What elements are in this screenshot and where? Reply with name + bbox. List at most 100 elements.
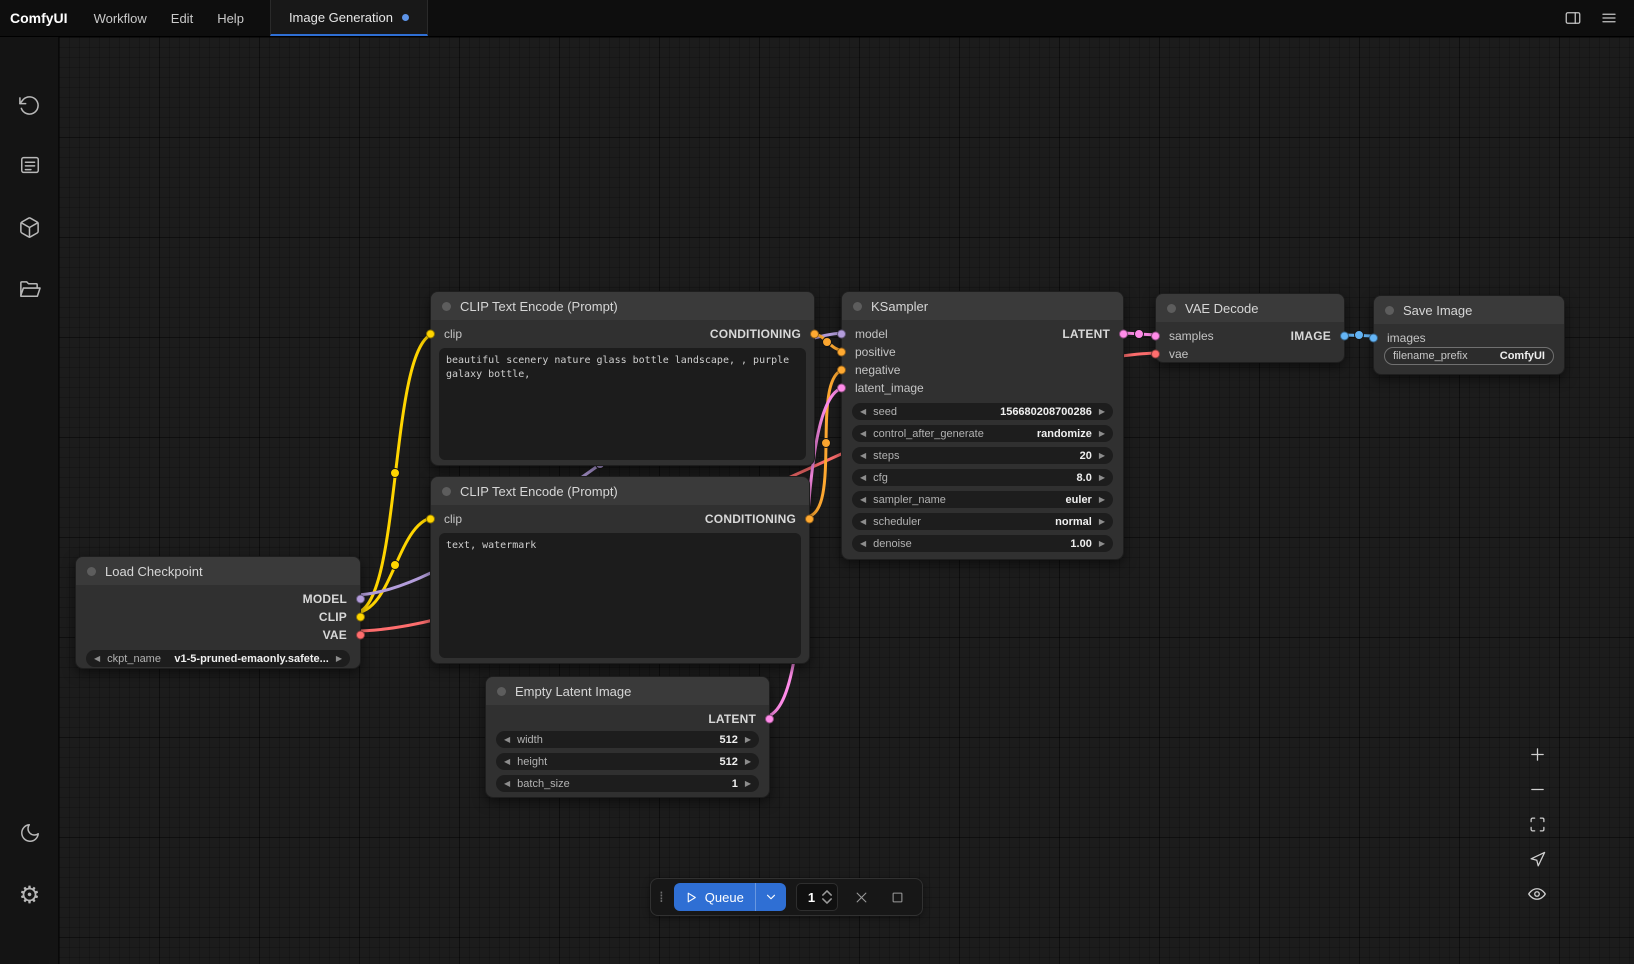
- node-empty-latent-image[interactable]: Empty Latent Image LATENT ◀ width 512 ▶ …: [485, 676, 770, 798]
- increment-arrow-icon[interactable]: ▶: [745, 758, 751, 766]
- stepper-down-icon[interactable]: [822, 898, 832, 904]
- increment-arrow-icon[interactable]: ▶: [336, 655, 342, 663]
- select-mode-button[interactable]: [1522, 847, 1552, 871]
- increment-arrow-icon[interactable]: ▶: [745, 736, 751, 744]
- input-port-negative[interactable]: [837, 366, 846, 375]
- decrement-arrow-icon[interactable]: ◀: [860, 518, 866, 526]
- increment-arrow-icon[interactable]: ▶: [1099, 496, 1105, 504]
- decrement-arrow-icon[interactable]: ◀: [504, 780, 510, 788]
- zoom-in-button[interactable]: [1522, 742, 1552, 766]
- link-midpoint-dot[interactable]: [391, 469, 400, 478]
- output-port-model[interactable]: [356, 595, 365, 604]
- collapse-dot[interactable]: [442, 487, 451, 496]
- output-port-latent[interactable]: [765, 715, 774, 724]
- input-port-model[interactable]: [837, 330, 846, 339]
- node-clip-text-encode-negative[interactable]: CLIP Text Encode (Prompt) clip CONDITION…: [430, 476, 810, 664]
- queue-button[interactable]: Queue: [674, 890, 755, 905]
- widget-control-after-generate[interactable]: ◀ control_after_generate randomize ▶: [852, 425, 1113, 442]
- link-midpoint-dot[interactable]: [391, 561, 400, 570]
- link-midpoint-dot[interactable]: [822, 439, 831, 448]
- theme-toggle-button[interactable]: [0, 809, 59, 857]
- stepper-up-icon[interactable]: [822, 890, 832, 896]
- zoom-out-button[interactable]: [1522, 777, 1552, 801]
- input-port-samples[interactable]: [1151, 332, 1160, 341]
- decrement-arrow-icon[interactable]: ◀: [860, 540, 866, 548]
- collapse-dot[interactable]: [1385, 306, 1394, 315]
- node-header[interactable]: CLIP Text Encode (Prompt): [431, 477, 809, 505]
- widget-filename-prefix[interactable]: filename_prefix ComfyUI: [1384, 347, 1554, 365]
- output-port-clip[interactable]: [356, 613, 365, 622]
- prompt-textarea[interactable]: text, watermark: [439, 533, 801, 658]
- widget-seed[interactable]: ◀ seed 156680208700286 ▶: [852, 403, 1113, 420]
- widget-cfg[interactable]: ◀ cfg 8.0 ▶: [852, 469, 1113, 486]
- output-port-latent[interactable]: [1119, 330, 1128, 339]
- input-port-latent-image[interactable]: [837, 384, 846, 393]
- graph-canvas[interactable]: Load Checkpoint MODEL CLIP VAE ◀ ckpt_na: [59, 37, 1634, 964]
- decrement-arrow-icon[interactable]: ◀: [860, 430, 866, 438]
- tab-image-generation[interactable]: Image Generation: [270, 0, 428, 36]
- collapse-dot[interactable]: [87, 567, 96, 576]
- input-port-images[interactable]: [1369, 334, 1378, 343]
- sidebar-queue-history-button[interactable]: [0, 81, 59, 129]
- increment-arrow-icon[interactable]: ▶: [745, 780, 751, 788]
- collapse-dot[interactable]: [1167, 304, 1176, 313]
- node-header[interactable]: VAE Decode: [1156, 294, 1344, 322]
- increment-arrow-icon[interactable]: ▶: [1099, 430, 1105, 438]
- sidebar-workflows-button[interactable]: [0, 265, 59, 313]
- link-midpoint-dot[interactable]: [823, 338, 832, 347]
- input-port-vae[interactable]: [1151, 350, 1160, 359]
- toggle-link-visibility-button[interactable]: [1522, 882, 1552, 906]
- menu-workflow[interactable]: Workflow: [82, 0, 159, 36]
- node-header[interactable]: CLIP Text Encode (Prompt): [431, 292, 814, 320]
- settings-button[interactable]: ⚙: [0, 871, 59, 919]
- collapse-dot[interactable]: [853, 302, 862, 311]
- link-midpoint-dot[interactable]: [1135, 330, 1144, 339]
- output-port-conditioning[interactable]: [810, 330, 819, 339]
- widget-width[interactable]: ◀ width 512 ▶: [496, 731, 759, 748]
- increment-arrow-icon[interactable]: ▶: [1099, 474, 1105, 482]
- decrement-arrow-icon[interactable]: ◀: [860, 496, 866, 504]
- widget-scheduler[interactable]: ◀ scheduler normal ▶: [852, 513, 1113, 530]
- increment-arrow-icon[interactable]: ▶: [1099, 408, 1105, 416]
- widget-sampler-name[interactable]: ◀ sampler_name euler ▶: [852, 491, 1113, 508]
- increment-arrow-icon[interactable]: ▶: [1099, 540, 1105, 548]
- decrement-arrow-icon[interactable]: ◀: [94, 655, 100, 663]
- input-port-positive[interactable]: [837, 348, 846, 357]
- node-header[interactable]: KSampler: [842, 292, 1123, 320]
- node-header[interactable]: Save Image: [1374, 296, 1564, 324]
- widget-denoise[interactable]: ◀ denoise 1.00 ▶: [852, 535, 1113, 552]
- widget-ckpt-name[interactable]: ◀ ckpt_name v1-5-pruned-emaonly.safete..…: [86, 650, 350, 667]
- stop-button[interactable]: [884, 884, 910, 910]
- prompt-textarea[interactable]: beautiful scenery nature glass bottle la…: [439, 348, 806, 460]
- node-clip-text-encode-positive[interactable]: CLIP Text Encode (Prompt) clip CONDITION…: [430, 291, 815, 466]
- node-header[interactable]: Empty Latent Image: [486, 677, 769, 705]
- decrement-arrow-icon[interactable]: ◀: [860, 408, 866, 416]
- output-port-vae[interactable]: [356, 631, 365, 640]
- widget-height[interactable]: ◀ height 512 ▶: [496, 753, 759, 770]
- node-vae-decode[interactable]: VAE Decode samples IMAGE vae: [1155, 293, 1345, 363]
- clear-queue-button[interactable]: [848, 884, 874, 910]
- input-port-clip[interactable]: [426, 515, 435, 524]
- decrement-arrow-icon[interactable]: ◀: [860, 474, 866, 482]
- increment-arrow-icon[interactable]: ▶: [1099, 518, 1105, 526]
- batch-count-stepper[interactable]: 1: [796, 883, 838, 911]
- menu-edit[interactable]: Edit: [159, 0, 205, 36]
- link-midpoint-dot[interactable]: [1355, 331, 1364, 340]
- node-save-image[interactable]: Save Image images filename_prefix ComfyU…: [1373, 295, 1565, 375]
- node-header[interactable]: Load Checkpoint: [76, 557, 360, 585]
- widget-steps[interactable]: ◀ steps 20 ▶: [852, 447, 1113, 464]
- decrement-arrow-icon[interactable]: ◀: [504, 758, 510, 766]
- output-port-image[interactable]: [1340, 332, 1349, 341]
- drag-handle-icon[interactable]: ⁞: [659, 890, 664, 905]
- decrement-arrow-icon[interactable]: ◀: [504, 736, 510, 744]
- sidebar-node-library-button[interactable]: [0, 203, 59, 251]
- input-port-clip[interactable]: [426, 330, 435, 339]
- increment-arrow-icon[interactable]: ▶: [1099, 452, 1105, 460]
- collapse-dot[interactable]: [442, 302, 451, 311]
- widget-batch-size[interactable]: ◀ batch_size 1 ▶: [496, 775, 759, 792]
- queue-options-button[interactable]: [756, 890, 786, 904]
- collapse-dot[interactable]: [497, 687, 506, 696]
- fit-view-button[interactable]: [1522, 812, 1552, 836]
- decrement-arrow-icon[interactable]: ◀: [860, 452, 866, 460]
- main-menu-button[interactable]: [1594, 4, 1624, 32]
